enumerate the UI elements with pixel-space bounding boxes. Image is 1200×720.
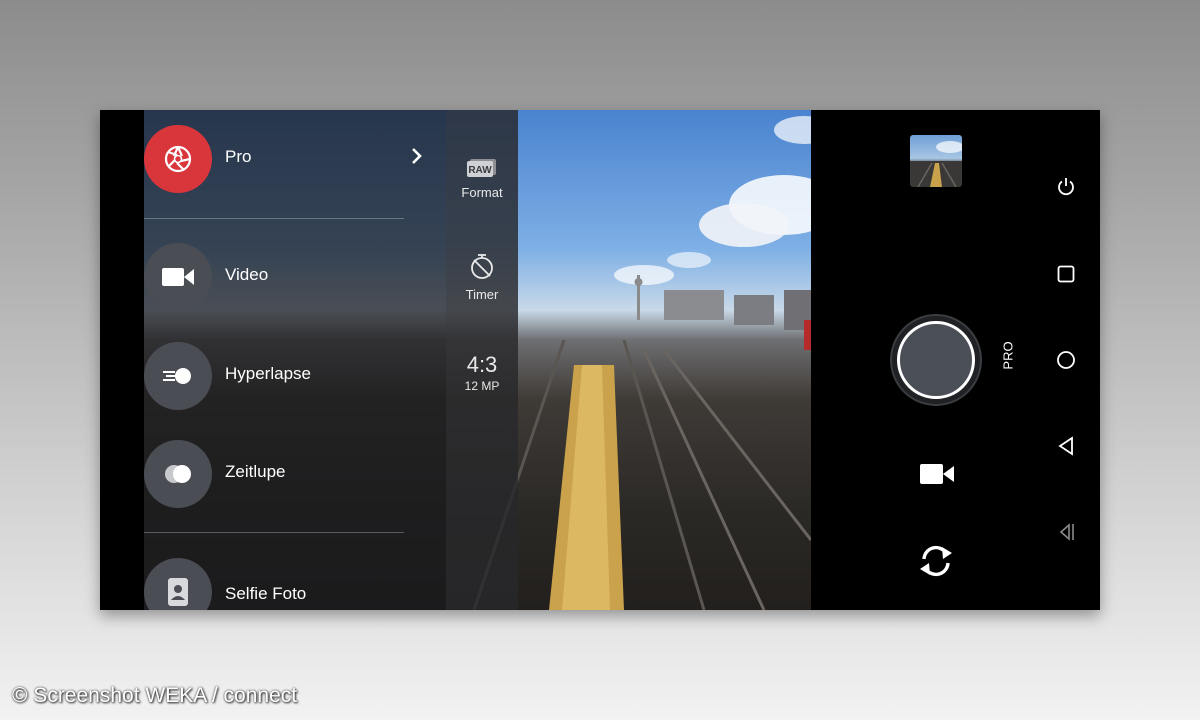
mode-circle-hyperlapse[interactable]: [144, 342, 212, 410]
shutter-inner: [897, 321, 975, 399]
aperture-icon: [164, 145, 192, 173]
selfie-icon: [168, 578, 188, 606]
shutter-button[interactable]: [890, 314, 982, 406]
switch-camera-icon[interactable]: [915, 542, 957, 580]
mode-label-pro: Pro: [225, 147, 252, 166]
collapse-bar-icon[interactable]: [1054, 520, 1078, 544]
raw-badge-icon: RAW: [467, 159, 496, 177]
mode-item-zeitlupe[interactable]: Zeitlupe: [144, 440, 446, 520]
mode-label-selfie-foto: Selfie Foto: [225, 584, 307, 603]
timer-icon: [471, 254, 493, 279]
video-camera-icon[interactable]: [918, 460, 956, 488]
home-circle-icon[interactable]: [1054, 348, 1078, 372]
power-icon[interactable]: [1054, 175, 1078, 199]
format-setting[interactable]: RAW Format: [446, 158, 518, 200]
mode-list: Pro Video Hyperlapse Zeitlupe Selfie Fot…: [144, 110, 446, 610]
resolution-value: 12 MP: [464, 379, 500, 393]
timer-label: Timer: [465, 287, 499, 302]
back-triangle-icon[interactable]: [1054, 434, 1078, 458]
aspect-ratio-setting[interactable]: 4:3 12 MP: [446, 352, 518, 393]
phone-screen: Pro Video Hyperlapse Zeitlupe Selfie Fot…: [100, 110, 1100, 610]
mode-divider: [144, 532, 404, 533]
capture-controls: PRO: [811, 110, 1100, 610]
raw-badge-text: RAW: [468, 165, 492, 176]
hyperlapse-icon: [163, 368, 191, 384]
mode-item-selfie-foto[interactable]: Selfie Foto: [144, 558, 446, 610]
mode-item-hyperlapse[interactable]: Hyperlapse: [144, 342, 446, 422]
video-camera-icon: [162, 268, 194, 286]
mode-item-pro[interactable]: Pro: [144, 125, 446, 205]
square-icon[interactable]: [1054, 262, 1078, 286]
camera-settings-strip: RAW Format Timer 4:3 12 MP: [446, 110, 518, 610]
timer-setting[interactable]: Timer: [446, 252, 518, 302]
shutter-mode-label: PRO: [1000, 341, 1016, 370]
mode-item-video[interactable]: Video: [144, 243, 446, 323]
mode-circle-zeitlupe[interactable]: [144, 440, 212, 508]
thumbnail-preview: [910, 141, 962, 187]
copyright-watermark: © Screenshot WEKA / connect: [12, 684, 298, 707]
mode-circle-selfie-foto[interactable]: [144, 558, 212, 610]
aspect-ratio-value: 4:3: [466, 352, 498, 377]
chevron-right-icon[interactable]: [410, 147, 424, 170]
mode-label-zeitlupe: Zeitlupe: [225, 462, 286, 481]
slow-motion-icon: [165, 465, 191, 483]
mode-divider: [144, 218, 404, 219]
format-label: Format: [461, 185, 503, 200]
gallery-thumbnail[interactable]: [910, 135, 962, 187]
mode-label-hyperlapse: Hyperlapse: [225, 364, 311, 383]
mode-label-video: Video: [225, 265, 269, 284]
mode-circle-pro[interactable]: [144, 125, 212, 193]
mode-circle-video[interactable]: [144, 243, 212, 311]
